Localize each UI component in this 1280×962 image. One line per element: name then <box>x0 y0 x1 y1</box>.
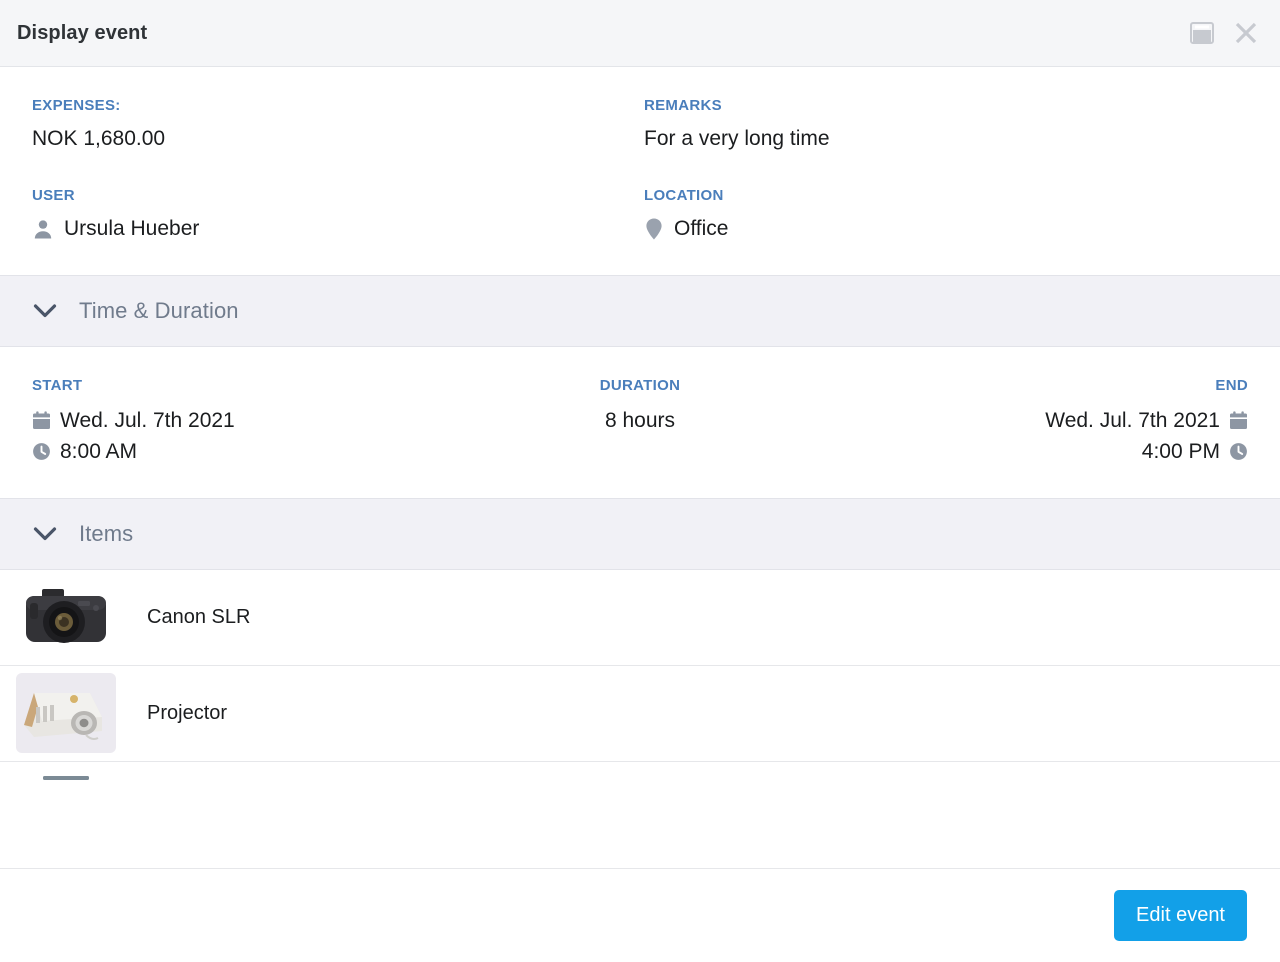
expenses-value: NOK 1,680.00 <box>32 127 166 150</box>
section-header-items[interactable]: Items <box>0 497 1280 570</box>
event-details: EXPENSES: NOK 1,680.00 REMARKS For a ver… <box>0 67 1280 276</box>
user-label: USER <box>32 187 75 205</box>
duration-value: 8 hours <box>604 409 676 433</box>
location-value-row: Office <box>644 216 1280 241</box>
page-title: Display event <box>17 21 148 44</box>
list-item[interactable]: Canon SLR <box>0 570 1280 666</box>
clock-icon <box>32 442 51 461</box>
chevron-down-icon <box>33 303 57 319</box>
section-header-time-duration[interactable]: Time & Duration <box>0 275 1280 348</box>
section-title-items: Items <box>79 520 134 546</box>
start-date: Wed. Jul. 7th 2021 <box>60 409 235 433</box>
chevron-down-icon <box>33 526 57 542</box>
location-field: LOCATION Office <box>622 187 1280 241</box>
cut-off-item-photo <box>16 761 116 784</box>
end-date: Wed. Jul. 7th 2021 <box>1045 409 1220 433</box>
end-time: 4:00 PM <box>1141 440 1220 464</box>
dslr-camera-photo <box>16 577 116 658</box>
location-label: LOCATION <box>644 187 724 205</box>
user-value-row: Ursula Hueber <box>32 216 622 241</box>
item-name: Projector <box>147 701 228 724</box>
item-name: Canon SLR <box>147 605 251 628</box>
remarks-field: REMARKS For a very long time <box>622 97 1280 151</box>
projector-photo <box>16 673 116 754</box>
user-name: Ursula Hueber <box>64 217 200 241</box>
close-icon[interactable] <box>1234 21 1258 45</box>
calendar-icon <box>32 411 51 430</box>
start-label: START <box>32 377 83 395</box>
list-item[interactable]: Projector <box>0 666 1280 762</box>
location-name: Office <box>674 217 729 241</box>
expenses-label: EXPENSES: <box>32 97 121 114</box>
section-title-time-duration: Time & Duration <box>79 298 239 324</box>
calendar-icon <box>1229 411 1248 430</box>
user-field: USER Ursula Hueber <box>0 187 622 241</box>
start-time-row: 8:00 AM <box>32 436 137 467</box>
expenses-field: EXPENSES: NOK 1,680.00 <box>0 97 622 151</box>
person-icon <box>32 218 54 240</box>
end-time-row: 4:00 PM <box>1142 436 1248 467</box>
duration-label: DURATION <box>599 377 681 395</box>
remarks-label: REMARKS <box>644 97 722 114</box>
dialog-footer: Edit event <box>0 868 1280 962</box>
remarks-value: For a very long time <box>644 127 830 150</box>
start-date-row: Wed. Jul. 7th 2021 <box>32 405 235 436</box>
list-item[interactable] <box>0 761 1280 784</box>
dialog-header: Display event <box>0 0 1280 67</box>
restore-window-icon[interactable] <box>1190 22 1214 44</box>
start-field: START Wed. Jul. 7th 2021 8:00 AM <box>0 377 427 467</box>
start-time: 8:00 AM <box>60 440 138 464</box>
end-label: END <box>1215 377 1248 395</box>
duration-field: DURATION 8 hours <box>427 377 854 436</box>
end-field: END Wed. Jul. 7th 2021 4:00 PM <box>853 377 1280 467</box>
map-pin-icon <box>644 217 664 241</box>
display-event-dialog: Display event EXPENSES: NOK 1,680.00 REM… <box>0 0 1280 962</box>
end-date-row: Wed. Jul. 7th 2021 <box>1045 405 1248 436</box>
items-list: Canon SLR Projector <box>0 569 1280 784</box>
clock-icon <box>1229 442 1248 461</box>
header-actions <box>1190 21 1258 45</box>
edit-event-button[interactable]: Edit event <box>1114 890 1247 941</box>
time-duration-body: START Wed. Jul. 7th 2021 8:00 AM DURATIO… <box>0 347 1280 498</box>
